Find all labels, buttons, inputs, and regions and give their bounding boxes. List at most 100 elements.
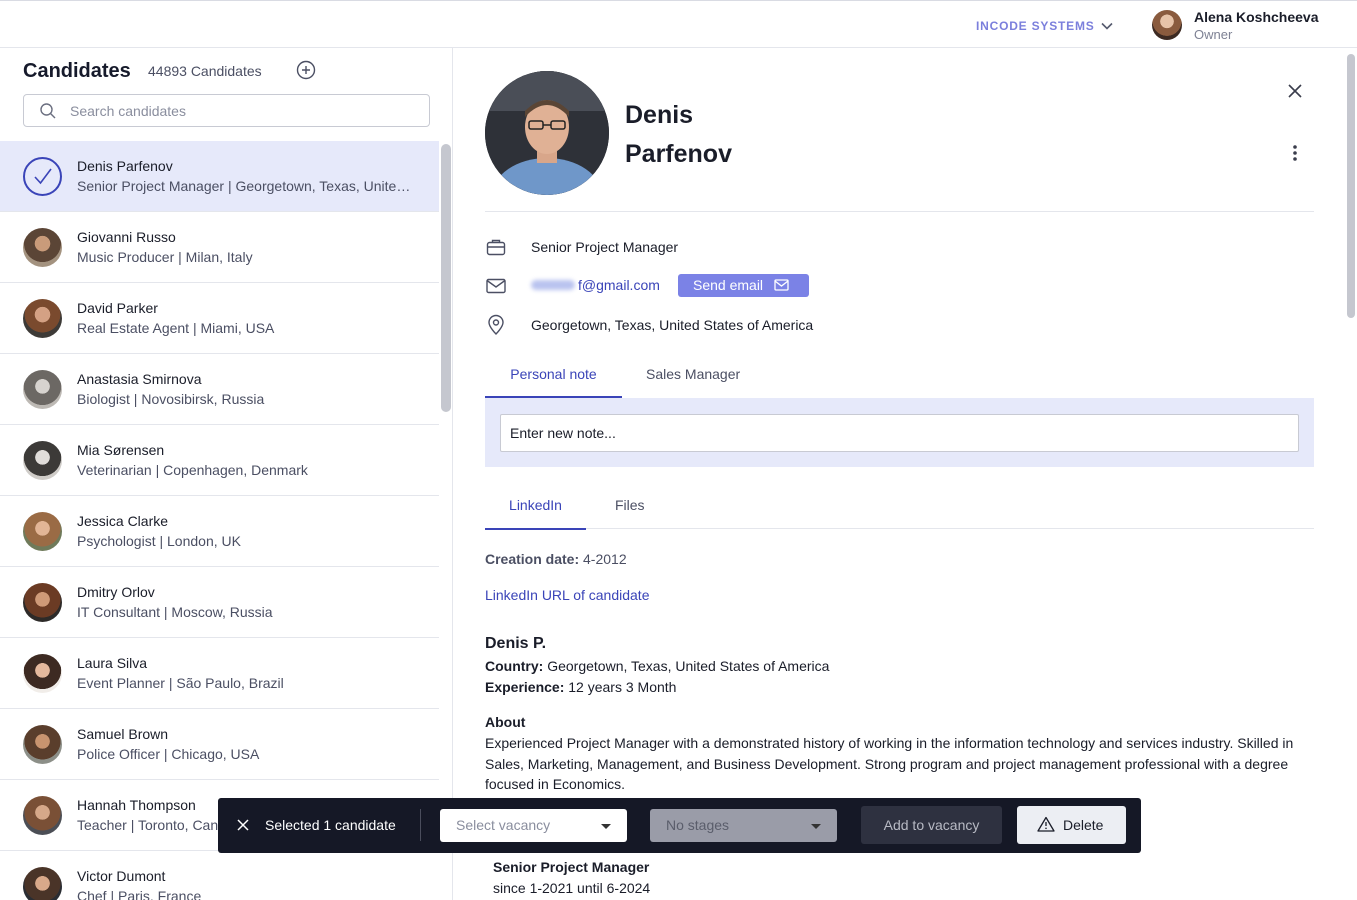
candidate-full-name: Denis Parfenov bbox=[625, 96, 825, 174]
candidate-photo bbox=[485, 71, 609, 195]
country-line: Country: Georgetown, Texas, United State… bbox=[485, 658, 829, 674]
linkedin-short-name: Denis P. bbox=[485, 635, 547, 652]
warning-icon bbox=[1037, 816, 1055, 832]
email-icon bbox=[486, 278, 506, 294]
about-text: Experienced Project Manager with a demon… bbox=[485, 735, 1294, 792]
info-tabs: LinkedIn Files bbox=[485, 485, 1314, 530]
candidate-row[interactable]: Mia Sørensen Veterinarian | Copenhagen, … bbox=[0, 425, 439, 496]
top-bar: INCODE SYSTEMS Alena Koshcheeva Owner bbox=[0, 0, 1357, 48]
creation-date-value: 4-2012 bbox=[583, 551, 627, 567]
candidate-avatar[interactable] bbox=[23, 228, 62, 267]
candidate-name: Giovanni Russo bbox=[77, 229, 176, 245]
candidate-row[interactable]: Victor Dumont Chef | Paris, France bbox=[0, 851, 439, 900]
briefcase-icon bbox=[486, 239, 506, 256]
experience-line: Experience: 12 years 3 Month bbox=[485, 679, 676, 695]
candidate-row[interactable]: Laura Silva Event Planner | São Paulo, B… bbox=[0, 638, 439, 709]
delete-button[interactable]: Delete bbox=[1017, 806, 1126, 844]
candidate-row[interactable]: Samuel Brown Police Officer | Chicago, U… bbox=[0, 709, 439, 780]
job-title: Senior Project Manager bbox=[493, 859, 650, 875]
new-note-input[interactable] bbox=[500, 414, 1299, 452]
divider bbox=[485, 211, 1314, 212]
candidate-name: Hannah Thompson bbox=[77, 797, 196, 813]
candidate-subtitle: Biologist | Novosibirsk, Russia bbox=[77, 391, 265, 407]
dropdown-caret-icon bbox=[601, 824, 611, 829]
candidate-detail-panel: Denis Parfenov Senior Project Manager f@… bbox=[454, 48, 1357, 900]
job-period: since 1-2021 until 6-2024 bbox=[493, 880, 651, 896]
candidate-avatar[interactable] bbox=[23, 583, 62, 622]
delete-label: Delete bbox=[1063, 817, 1104, 833]
candidate-position: Senior Project Manager bbox=[531, 239, 679, 255]
candidate-avatar[interactable] bbox=[23, 299, 62, 338]
envelope-icon bbox=[774, 279, 789, 291]
stages-select-label: No stages bbox=[666, 817, 730, 833]
candidates-panel: Candidates 44893 Candidates Denis Parfen… bbox=[0, 48, 453, 900]
country-label: Country: bbox=[485, 658, 544, 674]
add-to-vacancy-button[interactable]: Add to vacancy bbox=[861, 806, 1002, 844]
candidate-avatar[interactable] bbox=[23, 512, 62, 551]
candidate-avatar[interactable] bbox=[23, 654, 62, 693]
experience-value: 12 years 3 Month bbox=[568, 679, 677, 695]
candidate-subtitle: Chef | Paris, France bbox=[77, 888, 202, 900]
dropdown-caret-icon bbox=[811, 824, 821, 829]
note-area bbox=[485, 398, 1314, 467]
organization-name[interactable]: INCODE SYSTEMS bbox=[976, 19, 1095, 33]
tab-sales-manager[interactable]: Sales Manager bbox=[646, 366, 740, 398]
candidate-subtitle: Real Estate Agent | Miami, USA bbox=[77, 320, 275, 336]
location-pin-icon bbox=[488, 314, 504, 335]
candidate-avatar[interactable] bbox=[23, 796, 62, 835]
candidate-row[interactable]: Dmitry Orlov IT Consultant | Moscow, Rus… bbox=[0, 567, 439, 638]
detail-scrollbar[interactable] bbox=[1347, 54, 1355, 318]
candidate-name: Denis Parfenov bbox=[77, 158, 173, 174]
candidate-name: Samuel Brown bbox=[77, 726, 169, 742]
candidate-name: David Parker bbox=[77, 300, 158, 316]
candidate-row[interactable]: Denis Parfenov Senior Project Manager | … bbox=[0, 141, 439, 212]
candidate-subtitle: Veterinarian | Copenhagen, Denmark bbox=[77, 462, 308, 478]
tab-files[interactable]: Files bbox=[615, 497, 645, 529]
candidate-subtitle: Police Officer | Chicago, USA bbox=[77, 746, 260, 762]
search-input[interactable] bbox=[70, 101, 410, 121]
candidate-avatar[interactable] bbox=[23, 441, 62, 480]
candidate-location: Georgetown, Texas, United States of Amer… bbox=[531, 317, 814, 333]
vacancy-select[interactable]: Select vacancy bbox=[440, 809, 627, 842]
candidate-subtitle: Music Producer | Milan, Italy bbox=[77, 249, 253, 265]
search-icon bbox=[40, 103, 56, 119]
close-icon[interactable] bbox=[1286, 82, 1304, 100]
vacancy-select-label: Select vacancy bbox=[456, 817, 551, 833]
candidate-subtitle: Psychologist | London, UK bbox=[77, 533, 241, 549]
candidate-avatar[interactable] bbox=[23, 370, 62, 409]
more-options-icon[interactable] bbox=[1290, 144, 1300, 162]
email-redacted bbox=[531, 280, 575, 290]
candidate-avatar[interactable] bbox=[23, 725, 62, 764]
candidate-avatar[interactable] bbox=[23, 867, 62, 900]
send-email-label: Send email bbox=[693, 277, 764, 293]
stages-select[interactable]: No stages bbox=[650, 809, 837, 842]
bulk-action-bar: Selected 1 candidate Select vacancy No s… bbox=[218, 798, 1141, 853]
user-name[interactable]: Alena Koshcheeva bbox=[1194, 9, 1319, 25]
candidates-count: 44893 Candidates bbox=[148, 63, 262, 79]
send-email-button[interactable]: Send email bbox=[678, 274, 809, 297]
user-role: Owner bbox=[1194, 27, 1233, 42]
candidate-list: Denis Parfenov Senior Project Manager | … bbox=[0, 141, 439, 900]
chevron-down-icon[interactable] bbox=[1100, 19, 1114, 33]
note-tabs: Personal note Sales Manager bbox=[485, 354, 1314, 398]
selected-check-icon[interactable] bbox=[23, 157, 62, 196]
candidate-row[interactable]: David Parker Real Estate Agent | Miami, … bbox=[0, 283, 439, 354]
candidate-subtitle: Event Planner | São Paulo, Brazil bbox=[77, 675, 284, 691]
about-heading: About bbox=[485, 714, 526, 730]
tab-personal-note[interactable]: Personal note bbox=[485, 366, 622, 398]
list-scrollbar[interactable] bbox=[441, 144, 451, 412]
add-candidate-icon[interactable] bbox=[296, 60, 316, 80]
linkedin-url-link[interactable]: LinkedIn URL of candidate bbox=[485, 587, 649, 603]
user-avatar[interactable] bbox=[1152, 10, 1182, 40]
candidate-email[interactable]: f@gmail.com bbox=[578, 277, 660, 293]
search-box bbox=[23, 94, 430, 127]
tab-linkedin[interactable]: LinkedIn bbox=[485, 497, 586, 530]
creation-date-label: Creation date: bbox=[485, 551, 580, 567]
clear-selection-icon[interactable] bbox=[236, 818, 250, 832]
candidate-row[interactable]: Jessica Clarke Psychologist | London, UK bbox=[0, 496, 439, 567]
selection-count: Selected 1 candidate bbox=[265, 817, 396, 833]
candidate-row[interactable]: Anastasia Smirnova Biologist | Novosibir… bbox=[0, 354, 439, 425]
candidate-subtitle: IT Consultant | Moscow, Russia bbox=[77, 604, 273, 620]
first-name: Denis bbox=[625, 101, 694, 129]
candidate-row[interactable]: Giovanni Russo Music Producer | Milan, I… bbox=[0, 212, 439, 283]
